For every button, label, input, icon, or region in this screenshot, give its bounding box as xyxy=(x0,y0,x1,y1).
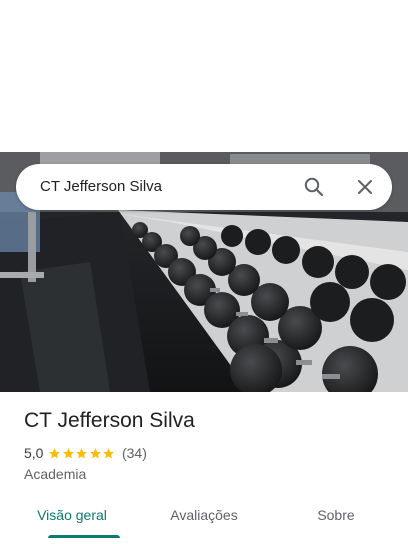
active-tab-indicator xyxy=(48,535,120,538)
tab-label: Sobre xyxy=(317,507,355,523)
place-page: CT Jefferson Silva CT Jefferson Silva 5,… xyxy=(0,0,408,544)
tab-label: Visão geral xyxy=(37,507,107,523)
rating-row[interactable]: 5,0 (34) xyxy=(24,444,147,462)
star-icon xyxy=(103,447,115,458)
place-category[interactable]: Academia xyxy=(24,466,86,482)
close-icon[interactable] xyxy=(353,175,377,199)
tab-label: Avaliações xyxy=(170,507,238,523)
place-tabs: Visão geral Avaliações Sobre xyxy=(0,492,408,538)
star-icon xyxy=(76,447,88,458)
star-icon xyxy=(63,447,74,458)
rating-value: 5,0 xyxy=(24,445,44,461)
search-icon[interactable] xyxy=(302,175,326,199)
star-icon xyxy=(49,447,61,458)
star-rating xyxy=(48,447,116,460)
star-icon xyxy=(90,447,101,458)
review-count[interactable]: (34) xyxy=(122,445,147,461)
tab-overview[interactable]: Visão geral xyxy=(12,492,132,538)
search-input[interactable]: CT Jefferson Silva xyxy=(40,178,162,195)
search-bar[interactable]: CT Jefferson Silva xyxy=(16,164,392,210)
place-title: CT Jefferson Silva xyxy=(24,409,195,432)
tab-about[interactable]: Sobre xyxy=(276,492,396,538)
tab-reviews[interactable]: Avaliações xyxy=(144,492,264,538)
